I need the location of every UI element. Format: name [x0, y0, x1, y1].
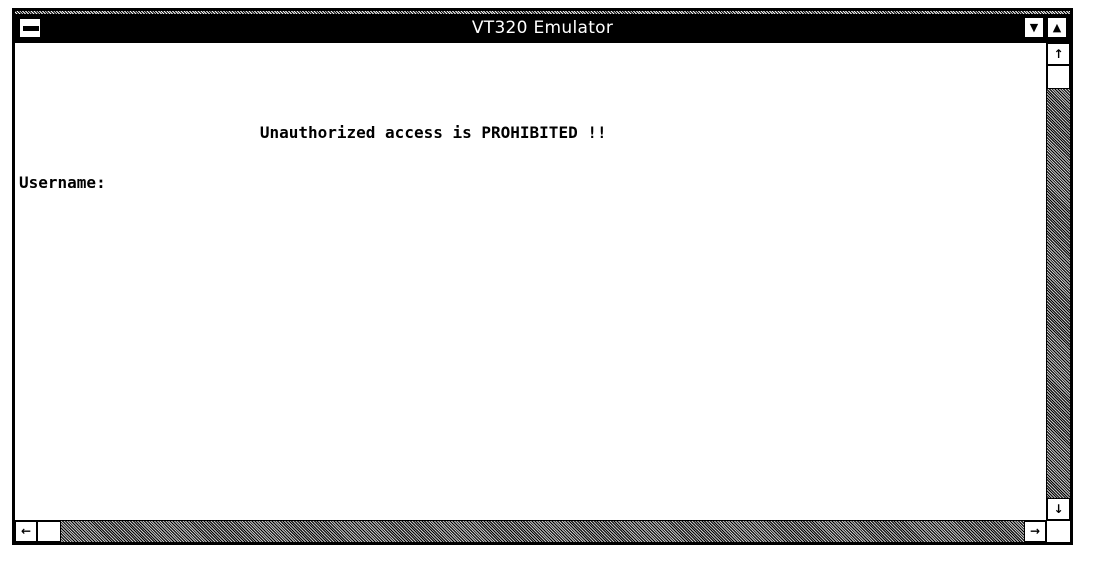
scrollbar-corner	[1046, 520, 1070, 542]
scroll-down-arrow-icon[interactable]: ↓	[1047, 498, 1070, 520]
scroll-right-arrow-icon[interactable]: →	[1024, 521, 1046, 542]
vertical-scrollbar[interactable]: ↑ ↓	[1046, 43, 1070, 520]
warning-banner: Unauthorized access is PROHIBITED !!	[19, 123, 607, 142]
scroll-left-arrow-icon[interactable]: ←	[15, 521, 37, 542]
window-title: VT320 Emulator	[471, 18, 614, 38]
maximize-button[interactable]: ▲	[1047, 17, 1067, 38]
horizontal-scrollbar[interactable]: ← →	[15, 520, 1046, 542]
vertical-scroll-thumb[interactable]	[1047, 65, 1070, 89]
username-prompt: Username:	[19, 173, 106, 192]
horizontal-scroll-thumb[interactable]	[37, 521, 61, 542]
terminal-screen[interactable]: Unauthorized access is PROHIBITED !! Use…	[15, 43, 1046, 520]
terminal-window: VT320 Emulator ▼ ▲ Unauthorized access i…	[12, 8, 1073, 545]
minimize-button[interactable]: ▼	[1024, 17, 1044, 38]
title-bar[interactable]: VT320 Emulator ▼ ▲	[15, 15, 1070, 43]
scroll-up-arrow-icon[interactable]: ↑	[1047, 43, 1070, 65]
terminal-text-area[interactable]: Unauthorized access is PROHIBITED !! Use…	[19, 43, 1046, 520]
